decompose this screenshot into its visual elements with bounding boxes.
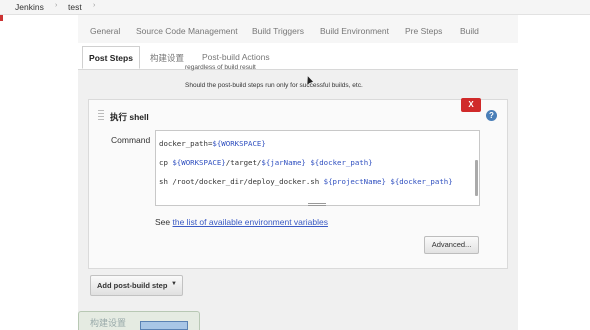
shell-step-title: 执行 shell	[110, 112, 149, 122]
advanced-button[interactable]: Advanced...	[424, 236, 479, 254]
tab-general[interactable]: General	[90, 26, 120, 36]
run-condition-cut-text: regardless of build result	[185, 64, 256, 71]
breadcrumb-separator-icon: ›	[55, 2, 58, 9]
add-post-build-step-button[interactable]: Add post-build step ▼	[90, 275, 183, 296]
env-vars-link[interactable]: the list of available environment variab…	[173, 217, 328, 227]
breadcrumb: Jenkins › test ›	[0, 0, 590, 15]
env-vars-hint: See the list of available environment va…	[155, 217, 328, 227]
tab-build-environment[interactable]: Build Environment	[320, 26, 389, 36]
tab-post-steps[interactable]: Post Steps	[82, 46, 140, 69]
breadcrumb-separator-icon: ›	[93, 2, 96, 9]
command-label: Command	[111, 135, 151, 145]
help-icon[interactable]: ?	[486, 110, 497, 121]
build-settings-heading-partial: 构建设置	[90, 318, 127, 328]
command-line: sh /root/docker_dir/deploy_docker.sh ${p…	[159, 177, 453, 186]
command-line: cp ${WORKSPACE}/target/${jarName} ${dock…	[159, 158, 373, 167]
textarea-resize-handle-icon[interactable]	[308, 203, 326, 206]
config-tabs-primary: General Source Code Management Build Tri…	[78, 15, 518, 44]
drag-handle-icon[interactable]	[98, 110, 104, 120]
command-textarea[interactable]: docker_path=${WORKSPACE} cp ${WORKSPACE}…	[155, 130, 480, 206]
sidebar-edge	[0, 15, 3, 21]
breadcrumb-jenkins[interactable]: Jenkins	[15, 2, 44, 12]
config-tabs-secondary: Post Steps 构建设置 Post-build Actions	[78, 43, 518, 70]
add-post-build-step-label: Add post-build step	[97, 281, 168, 290]
breadcrumb-test[interactable]: test	[68, 2, 82, 12]
tab-post-steps-label: Post Steps	[89, 53, 133, 63]
tab-post-build-actions[interactable]: Post-build Actions	[202, 52, 270, 62]
run-condition-hint: Should the post-build steps run only for…	[185, 82, 363, 89]
build-settings-control-partial[interactable]	[140, 321, 188, 330]
tab-pre-steps[interactable]: Pre Steps	[405, 26, 442, 36]
delete-step-button[interactable]: X	[461, 98, 481, 112]
tab-build[interactable]: Build	[460, 26, 479, 36]
tab-build-settings[interactable]: 构建设置	[150, 52, 184, 64]
command-line: docker_path=${WORKSPACE}	[159, 139, 266, 148]
textarea-scrollbar[interactable]	[475, 160, 478, 196]
dropdown-arrow-icon: ▼	[171, 281, 177, 287]
tab-source-code-management[interactable]: Source Code Management	[136, 26, 238, 36]
tab-build-triggers[interactable]: Build Triggers	[252, 26, 304, 36]
